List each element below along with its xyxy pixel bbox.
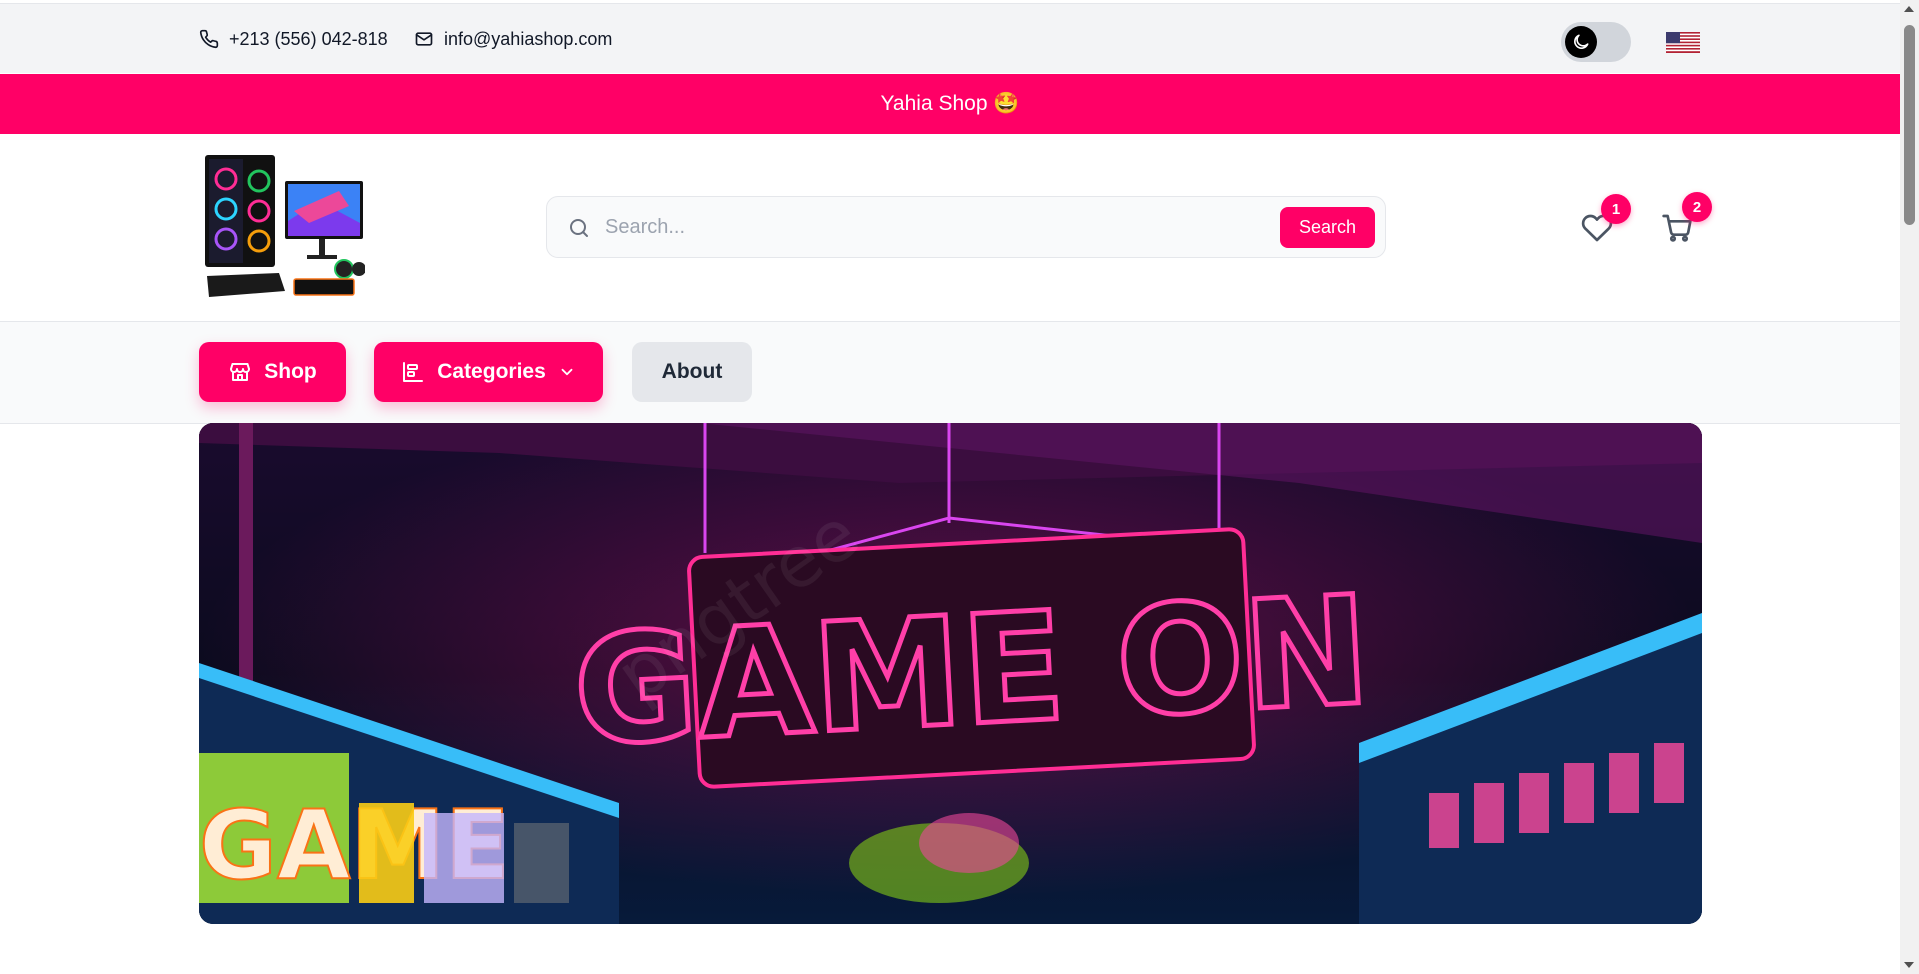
shop-label: Shop — [264, 360, 317, 383]
search-button[interactable]: Search — [1280, 207, 1375, 248]
store-icon — [230, 363, 251, 381]
about-label: About — [661, 360, 723, 383]
scroll-thumb[interactable] — [1904, 25, 1915, 225]
phone-contact[interactable]: +213 (556) 042-818 — [199, 4, 388, 74]
scroll-down-arrow-icon[interactable] — [1904, 962, 1914, 968]
phone-number: +213 (556) 042-818 — [229, 28, 388, 49]
shop-button[interactable]: Shop — [199, 342, 346, 402]
email-address: info@yahiashop.com — [444, 28, 613, 49]
categories-dropdown-button[interactable]: Categories — [374, 342, 603, 402]
email-contact[interactable]: info@yahiashop.com — [414, 4, 612, 74]
cart-count-badge: 2 — [1682, 192, 1712, 222]
wishlist-count-badge: 1 — [1601, 194, 1631, 224]
announcement-text: Yahia Shop 🤩 — [880, 92, 1020, 115]
announcement-bar: Yahia Shop 🤩 — [0, 74, 1900, 134]
scroll-up-arrow-icon[interactable] — [1904, 6, 1914, 12]
phone-icon — [199, 29, 219, 49]
gaming-pc-logo[interactable] — [199, 151, 365, 301]
search-icon — [570, 219, 588, 237]
mail-icon — [415, 32, 433, 46]
page: +213 (556) 042-818 info@yahiashop.com Ya… — [0, 0, 1919, 974]
search-input[interactable] — [605, 207, 1205, 247]
site-header: Search 1 2 — [0, 134, 1900, 322]
hero-banner[interactable]: GAME ON GAME pngtree — [199, 423, 1702, 924]
categories-label: Categories — [437, 360, 546, 383]
theme-toggle[interactable] — [1561, 22, 1631, 62]
main-nav: Shop Categories About — [0, 322, 1900, 424]
categories-icon — [403, 362, 424, 382]
top-info-bar: +213 (556) 042-818 info@yahiashop.com — [0, 3, 1900, 73]
search-bar: Search — [546, 196, 1386, 258]
about-button[interactable]: About — [632, 342, 752, 402]
moon-icon — [1565, 26, 1597, 58]
viewport: +213 (556) 042-818 info@yahiashop.com Ya… — [0, 0, 1900, 974]
chevron-down-icon — [561, 368, 573, 376]
hero-image: GAME ON GAME pngtree — [199, 423, 1702, 924]
vertical-scrollbar[interactable] — [1900, 0, 1919, 974]
us-flag-icon[interactable] — [1666, 32, 1700, 53]
